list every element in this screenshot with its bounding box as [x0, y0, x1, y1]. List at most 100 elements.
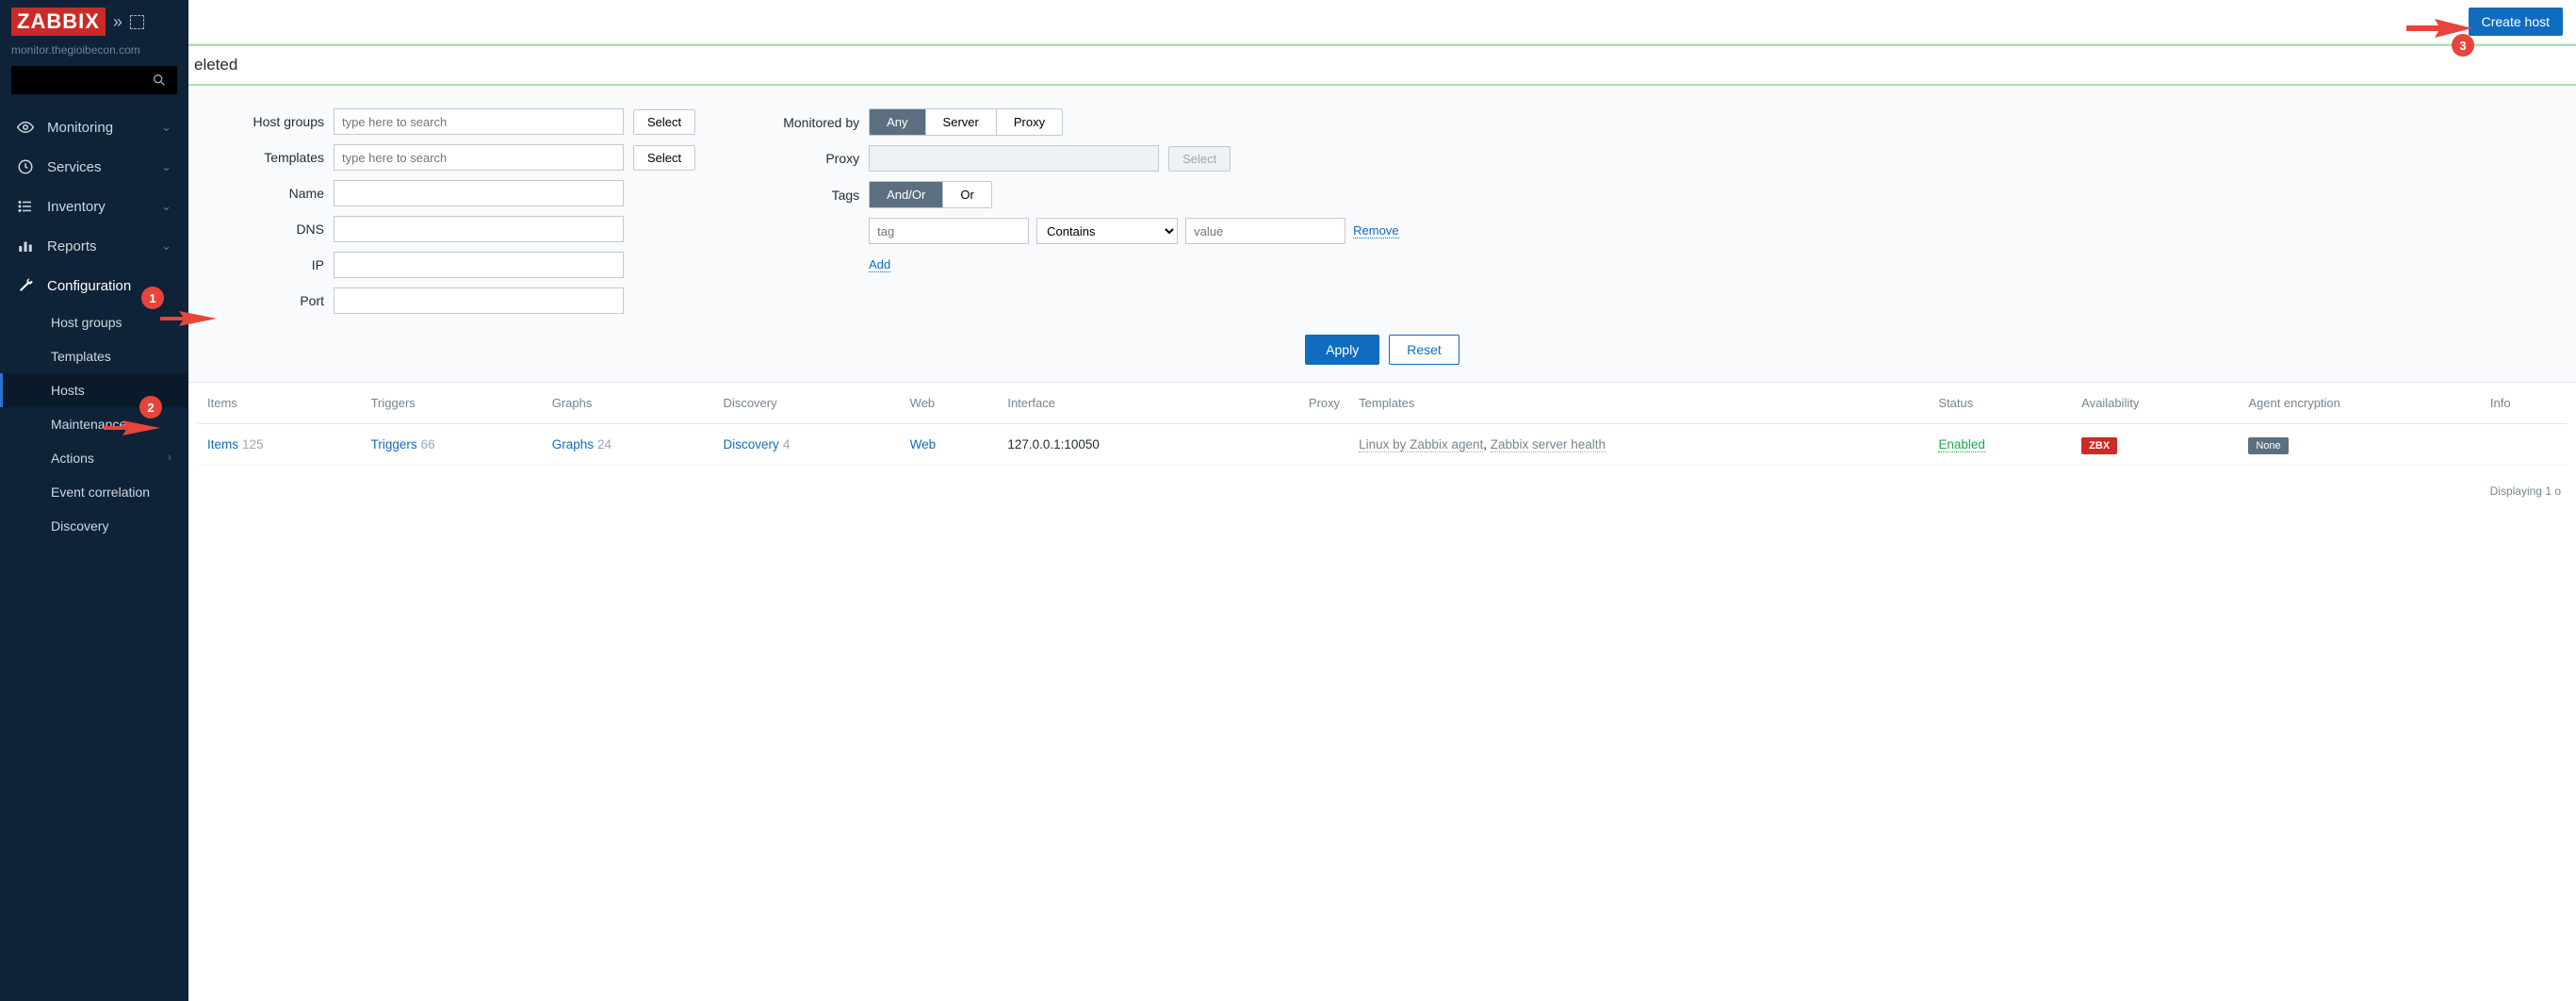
create-host-button[interactable]: Create host — [2469, 8, 2563, 36]
tag-name-input[interactable] — [869, 218, 1029, 244]
nav-label: Monitoring — [47, 120, 113, 136]
server-host-label: monitor.thegioibecon.com — [0, 43, 188, 66]
web-link[interactable]: Web — [910, 437, 937, 451]
nav-label: Services — [47, 159, 102, 175]
partial-message-text: eleted — [188, 46, 2576, 84]
host-groups-input[interactable] — [334, 108, 624, 135]
nav-monitoring[interactable]: Monitoring ⌄ — [0, 107, 188, 147]
sub-nav: Host groups Templates Hosts Maintenance … — [0, 305, 188, 543]
nav-label: Inventory — [47, 199, 106, 215]
reset-button[interactable]: Reset — [1389, 335, 1459, 365]
col-availability: Availability — [2072, 383, 2239, 424]
label-host-groups: Host groups — [217, 114, 324, 129]
dns-input[interactable] — [334, 216, 624, 242]
label-templates: Templates — [217, 150, 324, 165]
monitored-by-segment: Any Server Proxy — [869, 108, 1063, 136]
filter-panel: Host groups Select Templates Select Name — [188, 86, 2576, 383]
main-content: Create host eleted Host groups Select Te… — [188, 0, 2576, 1001]
col-items: Items — [198, 383, 362, 424]
ip-input[interactable] — [334, 252, 624, 278]
hosts-table-wrap: Items Triggers Graphs Discovery Web Inte… — [188, 383, 2576, 475]
tags-mode-segment: And/Or Or — [869, 181, 992, 208]
templates-cell: Linux by Zabbix agent, Zabbix server hea… — [1349, 424, 1929, 466]
tags-or-button[interactable]: Or — [943, 182, 990, 207]
monitored-any-button[interactable]: Any — [870, 109, 925, 135]
table-row: Items125 Triggers66 Graphs24 Discovery4 … — [198, 424, 2567, 466]
col-encryption: Agent encryption — [2239, 383, 2481, 424]
port-input[interactable] — [334, 287, 624, 314]
list-icon — [17, 198, 34, 215]
select-host-groups-button[interactable]: Select — [633, 109, 695, 135]
remove-tag-link[interactable]: Remove — [1353, 223, 1398, 238]
bar-chart-icon — [17, 238, 34, 254]
chevron-right-icon: › — [168, 451, 171, 464]
clock-icon — [17, 158, 34, 175]
nav-configuration[interactable]: Configuration — [0, 266, 188, 305]
sub-templates[interactable]: Templates — [0, 339, 188, 373]
discovery-link[interactable]: Discovery — [724, 437, 779, 451]
chevron-double-right-icon[interactable]: » — [113, 12, 122, 32]
label-name: Name — [217, 186, 324, 201]
discovery-count: 4 — [783, 437, 791, 451]
eye-icon — [17, 119, 34, 136]
availability-badge: ZBX — [2081, 437, 2117, 454]
nav-inventory[interactable]: Inventory ⌄ — [0, 187, 188, 226]
col-interface: Interface — [998, 383, 1240, 424]
proxy-input — [869, 145, 1159, 172]
interface-cell: 127.0.0.1:10050 — [998, 424, 1240, 466]
col-web: Web — [901, 383, 999, 424]
nav-services[interactable]: Services ⌄ — [0, 147, 188, 187]
nav-reports[interactable]: Reports ⌄ — [0, 226, 188, 266]
tags-andor-button[interactable]: And/Or — [870, 182, 943, 207]
search-input[interactable] — [11, 66, 177, 94]
triggers-link[interactable]: Triggers — [371, 437, 417, 451]
templates-input[interactable] — [334, 144, 624, 171]
nav-label: Reports — [47, 238, 97, 254]
sub-discovery[interactable]: Discovery — [0, 509, 188, 543]
search-icon — [152, 73, 167, 88]
nav-label: Configuration — [47, 278, 131, 294]
status-toggle[interactable]: Enabled — [1938, 437, 1985, 452]
items-count: 125 — [242, 437, 264, 451]
chevron-down-icon: ⌄ — [161, 199, 171, 214]
sub-maintenance[interactable]: Maintenance — [0, 407, 188, 441]
sub-actions[interactable]: Actions › — [0, 441, 188, 475]
items-link[interactable]: Items — [207, 437, 238, 451]
hosts-table: Items Triggers Graphs Discovery Web Inte… — [198, 383, 2567, 466]
sub-hosts[interactable]: Hosts — [0, 373, 188, 407]
topbar: Create host — [188, 0, 2576, 44]
col-templates: Templates — [1349, 383, 1929, 424]
chevron-down-icon: ⌄ — [161, 120, 171, 135]
graphs-link[interactable]: Graphs — [552, 437, 594, 451]
col-info: Info — [2481, 383, 2567, 424]
col-graphs: Graphs — [543, 383, 714, 424]
chevron-down-icon: ⌄ — [161, 238, 171, 254]
template-link[interactable]: Linux by Zabbix agent — [1359, 437, 1483, 452]
col-triggers: Triggers — [362, 383, 543, 424]
label-ip: IP — [217, 257, 324, 272]
sub-event-correlation[interactable]: Event correlation — [0, 475, 188, 509]
select-proxy-button: Select — [1168, 146, 1231, 172]
encryption-badge: None — [2248, 437, 2288, 454]
chevron-down-icon: ⌄ — [161, 159, 171, 174]
graphs-count: 24 — [597, 437, 611, 451]
label-port: Port — [217, 293, 324, 308]
col-discovery: Discovery — [714, 383, 901, 424]
triggers-count: 66 — [421, 437, 435, 451]
name-input[interactable] — [334, 180, 624, 206]
wrench-icon — [17, 277, 34, 294]
tag-operator-select[interactable]: Contains — [1036, 218, 1178, 244]
template-link[interactable]: Zabbix server health — [1491, 437, 1606, 452]
monitored-proxy-button[interactable]: Proxy — [997, 109, 1062, 135]
monitored-server-button[interactable]: Server — [926, 109, 997, 135]
select-templates-button[interactable]: Select — [633, 145, 695, 171]
sub-label: Actions — [51, 451, 94, 466]
tag-value-input[interactable] — [1185, 218, 1345, 244]
logo: ZABBIX — [11, 8, 106, 36]
sub-host-groups[interactable]: Host groups — [0, 305, 188, 339]
label-monitored-by: Monitored by — [752, 115, 859, 130]
fullscreen-icon[interactable] — [130, 15, 144, 29]
add-tag-link[interactable]: Add — [869, 257, 890, 272]
apply-button[interactable]: Apply — [1305, 335, 1379, 365]
label-tags: Tags — [752, 188, 859, 203]
